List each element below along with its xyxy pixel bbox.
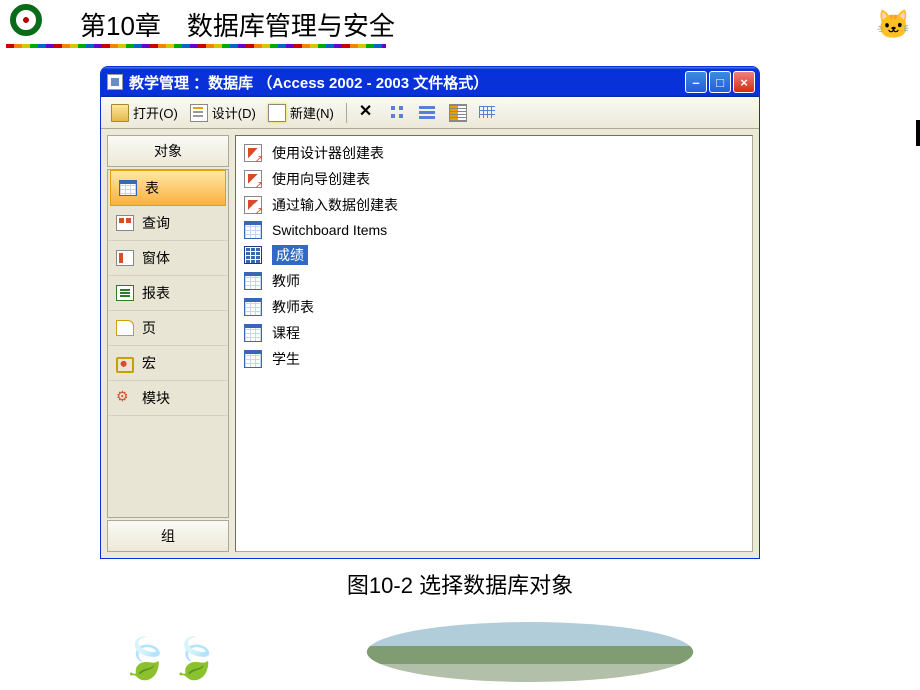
figure-caption: 图10-2 选择数据库对象	[0, 568, 920, 600]
sidebar-item-report[interactable]: 报表	[108, 276, 228, 311]
list-item[interactable]: Switchboard Items	[240, 218, 748, 242]
table-icon	[244, 272, 262, 290]
delete-button[interactable]: ✕	[355, 102, 381, 124]
page-icon	[116, 320, 134, 336]
wizard-icon	[244, 170, 262, 188]
minimize-button[interactable]: –	[685, 71, 707, 93]
list-item-label: 使用向导创建表	[272, 169, 370, 189]
details-icon	[479, 104, 497, 122]
sidebar-item-label: 表	[145, 178, 159, 198]
rainbow-divider	[6, 44, 386, 48]
new-button[interactable]: 新建(N)	[264, 101, 338, 124]
sidebar-item-form[interactable]: 窗体	[108, 241, 228, 276]
view-details-button[interactable]	[475, 102, 501, 124]
report-icon	[116, 285, 134, 301]
sidebar: 对象 表查询窗体报表页宏模块 组	[107, 135, 229, 552]
sidebar-header-objects[interactable]: 对象	[107, 135, 229, 167]
list-item-label: 使用设计器创建表	[272, 143, 384, 163]
design-label: 设计(D)	[212, 103, 256, 122]
new-label: 新建(N)	[290, 103, 334, 122]
toolbar-separator	[346, 103, 347, 123]
table-icon	[244, 221, 262, 239]
list-item[interactable]: 使用设计器创建表	[240, 140, 748, 166]
wizard-icon	[244, 144, 262, 162]
leaf-decoration-icon: 🍃🍃	[120, 635, 220, 682]
view-list-button[interactable]	[445, 102, 471, 124]
design-icon	[190, 104, 208, 122]
chapter-title: 第10章 数据库管理与安全	[80, 6, 395, 43]
list-item[interactable]: 使用向导创建表	[240, 166, 748, 192]
maximize-button[interactable]: □	[709, 71, 731, 93]
sidebar-header-groups[interactable]: 组	[107, 520, 229, 552]
open-label: 打开(O)	[133, 103, 178, 122]
table-icon	[244, 350, 262, 368]
list-item[interactable]: 课程	[240, 320, 748, 346]
design-button[interactable]: 设计(D)	[186, 101, 260, 124]
slide-notch	[916, 120, 920, 146]
list-icon	[449, 104, 467, 122]
access-window: 教学管理 ：数据库 （Access 2002 - 2003 文件格式） – □ …	[100, 66, 760, 559]
form-icon	[116, 250, 134, 266]
sidebar-item-label: 模块	[142, 388, 170, 408]
table-icon	[244, 324, 262, 342]
sidebar-item-label: 页	[142, 318, 156, 338]
small-icons-icon	[419, 104, 437, 122]
macro-icon	[116, 355, 134, 371]
sidebar-item-page[interactable]: 页	[108, 311, 228, 346]
scenery-decoration	[360, 622, 700, 682]
delete-icon: ✕	[359, 104, 377, 122]
sidebar-item-macro[interactable]: 宏	[108, 346, 228, 381]
query-icon	[116, 215, 134, 231]
module-icon	[116, 390, 134, 406]
large-icons-icon	[389, 104, 407, 122]
wreath-decoration-icon	[10, 4, 42, 36]
sidebar-item-query[interactable]: 查询	[108, 206, 228, 241]
list-item-label: Switchboard Items	[272, 222, 387, 238]
sidebar-item-label: 窗体	[142, 248, 170, 268]
sidebar-item-label: 查询	[142, 213, 170, 233]
window-title: 教学管理 ：数据库 （Access 2002 - 2003 文件格式）	[129, 72, 685, 93]
sidebar-item-module[interactable]: 模块	[108, 381, 228, 416]
list-item-label: 成绩	[272, 245, 308, 265]
list-item-label: 教师表	[272, 297, 314, 317]
app-icon	[107, 74, 123, 90]
sidebar-object-list: 表查询窗体报表页宏模块	[107, 169, 229, 518]
close-button[interactable]: ×	[733, 71, 755, 93]
titlebar[interactable]: 教学管理 ：数据库 （Access 2002 - 2003 文件格式） – □ …	[101, 67, 759, 97]
list-item-label: 教师	[272, 271, 300, 291]
new-icon	[268, 104, 286, 122]
sidebar-item-table[interactable]: 表	[110, 170, 226, 206]
view-large-button[interactable]	[385, 102, 411, 124]
table-icon	[244, 246, 262, 264]
list-item-label: 通过输入数据创建表	[272, 195, 398, 215]
list-item-label: 学生	[272, 349, 300, 369]
sidebar-item-label: 报表	[142, 283, 170, 303]
list-item[interactable]: 教师表	[240, 294, 748, 320]
list-item[interactable]: 教师	[240, 268, 748, 294]
wizard-icon	[244, 196, 262, 214]
list-item[interactable]: 学生	[240, 346, 748, 372]
main-list[interactable]: 使用设计器创建表使用向导创建表通过输入数据创建表 Switchboard Item…	[235, 135, 753, 552]
open-icon	[111, 104, 129, 122]
sidebar-item-label: 宏	[142, 353, 156, 373]
table-icon	[244, 298, 262, 316]
list-item[interactable]: 通过输入数据创建表	[240, 192, 748, 218]
list-item[interactable]: 成绩	[240, 242, 748, 268]
view-small-button[interactable]	[415, 102, 441, 124]
cat-decoration-icon	[876, 8, 908, 52]
table-icon	[119, 180, 137, 196]
toolbar: 打开(O) 设计(D) 新建(N) ✕	[101, 97, 759, 129]
list-item-label: 课程	[272, 323, 300, 343]
open-button[interactable]: 打开(O)	[107, 101, 182, 124]
